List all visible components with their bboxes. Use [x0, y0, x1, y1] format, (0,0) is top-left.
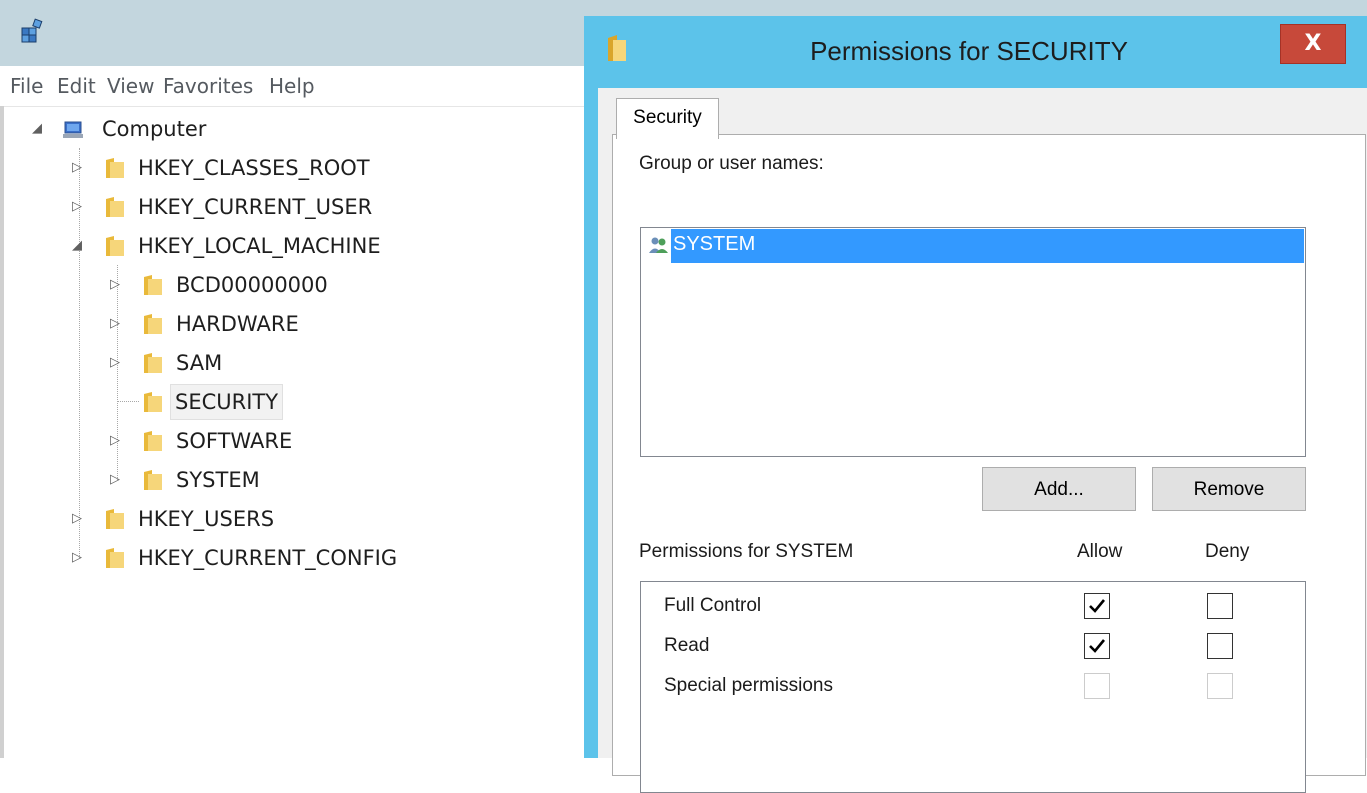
computer-icon	[63, 121, 83, 138]
folder-icon	[106, 158, 124, 178]
permission-name: Full Control	[664, 595, 762, 616]
full-control-deny-checkbox[interactable]	[1207, 593, 1233, 619]
remove-button[interactable]: Remove	[1152, 467, 1306, 511]
folder-icon	[144, 470, 162, 490]
tree-node-hardware[interactable]: ▷ HARDWARE	[110, 306, 370, 342]
tree-label: Computer	[102, 117, 207, 141]
tree-node-hkey-current-user[interactable]: ▷ HKEY_CURRENT_USER	[72, 189, 392, 225]
tab-security[interactable]: Security	[616, 98, 719, 139]
folder-icon	[106, 236, 124, 256]
security-tab-panel: Group or user names: SYSTEM Add... Remov…	[612, 134, 1366, 793]
tree-node-system[interactable]: ▷ SYSTEM	[110, 462, 370, 498]
folder-icon	[144, 353, 162, 373]
tree-label: HKEY_LOCAL_MACHINE	[138, 234, 381, 258]
permission-name: Read	[664, 635, 710, 656]
tree-label-selected: SECURITY	[170, 384, 284, 420]
tree-label: HKEY_USERS	[138, 507, 275, 531]
folder-icon	[106, 548, 124, 568]
deny-column-header: Deny	[1205, 541, 1250, 562]
expand-icon[interactable]: ▷	[110, 267, 128, 303]
close-icon: X	[1304, 31, 1322, 56]
tree-node-hkey-current-config[interactable]: ▷ HKEY_CURRENT_CONFIG	[72, 540, 432, 576]
menu-help[interactable]: Help	[269, 74, 315, 98]
collapse-icon[interactable]: ◢	[72, 228, 90, 264]
dialog-title-bar[interactable]: Permissions for SECURITY X	[584, 16, 1367, 88]
registry-editor-icon	[21, 18, 43, 43]
close-button[interactable]: X	[1280, 24, 1346, 64]
tree-node-bcd00000000[interactable]: ▷ BCD00000000	[110, 267, 370, 303]
users-group-icon	[649, 237, 668, 253]
user-name: SYSTEM	[673, 233, 756, 255]
tree-node-hkey-classes-root[interactable]: ▷ HKEY_CLASSES_ROOT	[72, 150, 392, 186]
folder-icon	[144, 392, 162, 412]
expand-icon[interactable]: ▷	[110, 423, 128, 459]
list-item-system[interactable]: SYSTEM	[642, 229, 1304, 263]
folder-icon	[106, 509, 124, 529]
tree-label: HKEY_CLASSES_ROOT	[138, 156, 370, 180]
permissions-list: Full Control Read Special permissions	[640, 581, 1306, 793]
menu-favorites[interactable]: Favorites	[163, 74, 253, 98]
expand-icon[interactable]: ▷	[72, 150, 90, 186]
menu-file[interactable]: File	[10, 74, 43, 98]
full-control-allow-checkbox[interactable]	[1084, 593, 1110, 619]
add-button[interactable]: Add...	[982, 467, 1136, 511]
permission-name: Special permissions	[664, 675, 833, 696]
special-deny-checkbox	[1207, 673, 1233, 699]
dialog-title: Permissions for SECURITY	[810, 36, 1128, 66]
checkmark-icon	[1089, 599, 1106, 613]
permission-row-full-control: Full Control	[641, 586, 1305, 626]
selection-highlight	[671, 229, 1304, 263]
menu-view[interactable]: View	[107, 74, 154, 98]
tree-node-hkey-users[interactable]: ▷ HKEY_USERS	[72, 501, 392, 537]
expand-icon[interactable]: ▷	[110, 462, 128, 498]
collapse-icon[interactable]: ◢	[32, 111, 50, 147]
folder-icon	[144, 275, 162, 295]
permission-row-special: Special permissions	[641, 666, 1305, 706]
expand-icon[interactable]: ▷	[72, 540, 90, 576]
expand-icon[interactable]: ▷	[110, 306, 128, 342]
folder-icon	[144, 314, 162, 334]
tree-node-hkey-local-machine[interactable]: ◢ HKEY_LOCAL_MACHINE	[72, 228, 402, 264]
special-allow-checkbox	[1084, 673, 1110, 699]
permissions-dialog: Permissions for SECURITY X Security Grou…	[584, 16, 1367, 793]
expand-icon[interactable]: ▷	[72, 189, 90, 225]
dialog-body: Security Group or user names: SYSTEM Add…	[598, 88, 1367, 793]
tree-node-sam[interactable]: ▷ SAM	[110, 345, 370, 381]
tree-node-computer[interactable]: ◢ Computer	[32, 111, 332, 147]
menu-edit[interactable]: Edit	[57, 74, 96, 98]
tree-node-software[interactable]: ▷ SOFTWARE	[110, 423, 370, 459]
tree-label: BCD00000000	[176, 273, 328, 297]
tree-label: HARDWARE	[176, 312, 299, 336]
expand-icon[interactable]: ▷	[110, 345, 128, 381]
group-user-names-label: Group or user names:	[639, 153, 824, 174]
tree-label: SAM	[176, 351, 223, 375]
tree-node-security[interactable]: SECURITY	[110, 384, 370, 420]
read-allow-checkbox[interactable]	[1084, 633, 1110, 659]
permissions-for-label: Permissions for SYSTEM	[639, 541, 854, 562]
allow-column-header: Allow	[1077, 541, 1123, 562]
read-deny-checkbox[interactable]	[1207, 633, 1233, 659]
tree-label: SOFTWARE	[176, 429, 293, 453]
user-names-list[interactable]: SYSTEM	[640, 227, 1306, 457]
checkmark-icon	[1089, 639, 1106, 653]
tree-label: HKEY_CURRENT_USER	[138, 195, 373, 219]
tree-label: HKEY_CURRENT_CONFIG	[138, 546, 398, 570]
folder-icon	[106, 197, 124, 217]
expand-icon[interactable]: ▷	[72, 501, 90, 537]
window-left-border	[0, 106, 4, 758]
folder-icon	[144, 431, 162, 451]
tree-label: SYSTEM	[176, 468, 260, 492]
permission-row-read: Read	[641, 626, 1305, 666]
